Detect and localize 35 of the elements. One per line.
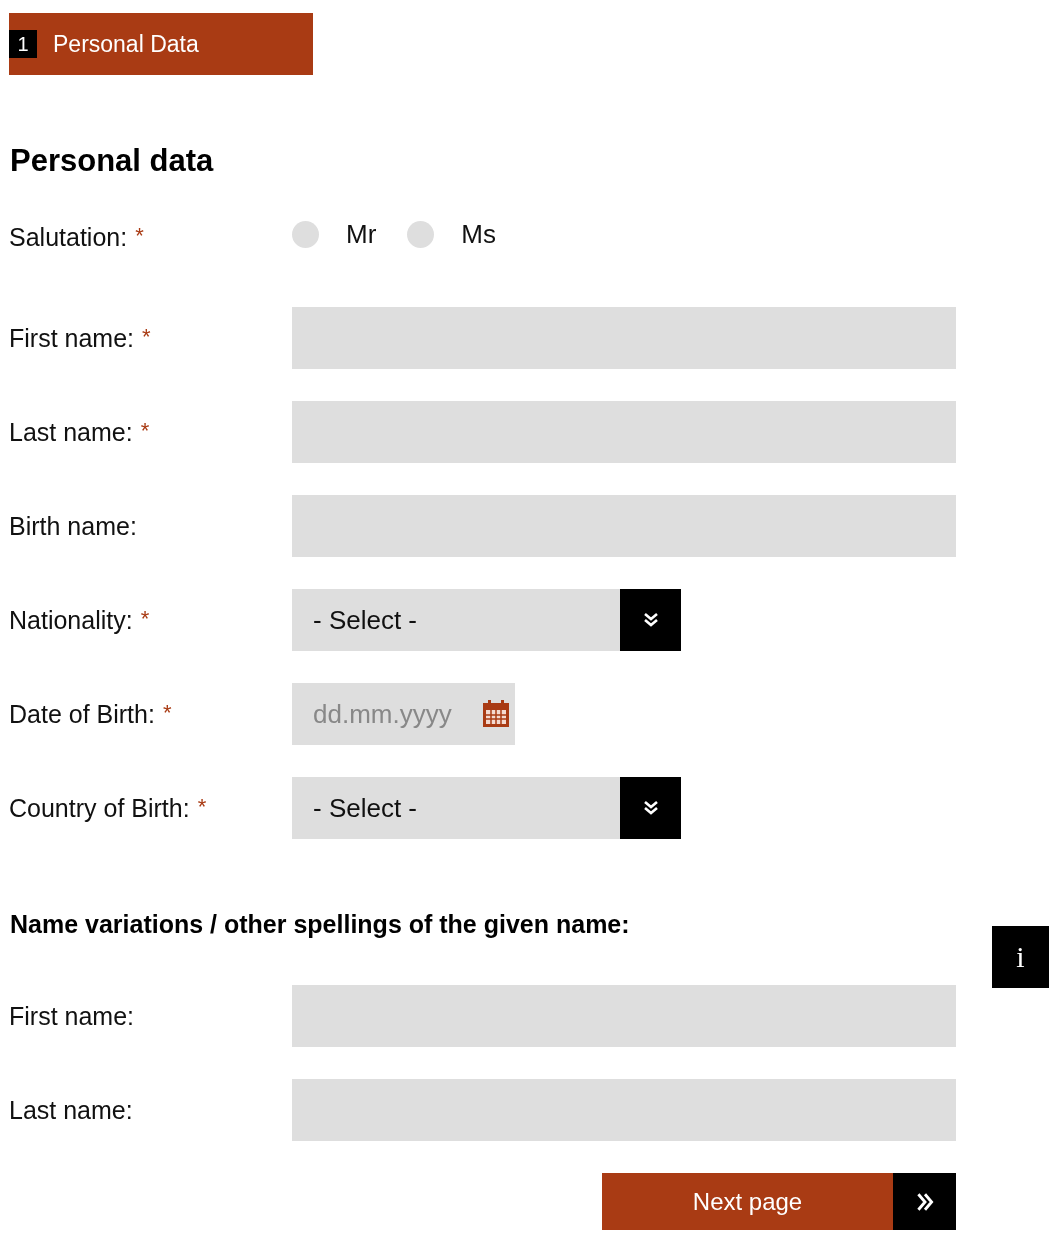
- text-field[interactable]: [292, 495, 956, 557]
- chevron-down-icon: [620, 777, 681, 839]
- field-label: Date of Birth:: [9, 699, 155, 729]
- select-field[interactable]: - Select -: [292, 777, 681, 839]
- info-button[interactable]: i: [992, 926, 1049, 988]
- page-heading: Personal data: [10, 143, 215, 179]
- calendar-icon[interactable]: [482, 700, 510, 728]
- field-label: Last name:: [9, 417, 133, 447]
- field-label: Salutation:: [9, 222, 128, 252]
- required-mark: *: [197, 793, 207, 820]
- field-label: Last name:: [9, 1095, 133, 1125]
- required-mark: *: [162, 699, 172, 726]
- field-label: First name:: [9, 323, 135, 353]
- radio-option[interactable]: Mr: [292, 218, 377, 250]
- double-chevron-right-icon: [893, 1173, 956, 1230]
- field-label: First name:: [9, 1001, 135, 1031]
- field-label: Birth name:: [9, 511, 137, 541]
- text-field[interactable]: [292, 1079, 956, 1141]
- field-label: Nationality:: [9, 605, 133, 635]
- date-field[interactable]: dd.mm.yyyy: [292, 683, 515, 745]
- required-mark: *: [140, 605, 150, 632]
- required-mark: *: [140, 417, 150, 444]
- required-mark: *: [142, 323, 151, 350]
- section-heading: Name variations / other spellings of the given name:: [10, 909, 631, 939]
- field-label: Country of Birth:: [9, 793, 190, 823]
- step-tab[interactable]: 1 Personal Data: [9, 13, 313, 75]
- text-field[interactable]: [292, 307, 956, 369]
- step-number: 1: [9, 30, 37, 58]
- radio-option[interactable]: Ms: [407, 218, 496, 250]
- required-mark: *: [135, 222, 144, 249]
- select-field[interactable]: - Select -: [292, 589, 681, 651]
- text-field[interactable]: [292, 985, 956, 1047]
- chevron-down-icon: [620, 589, 681, 651]
- text-field[interactable]: [292, 401, 956, 463]
- next-page-button[interactable]: Next page: [602, 1173, 956, 1230]
